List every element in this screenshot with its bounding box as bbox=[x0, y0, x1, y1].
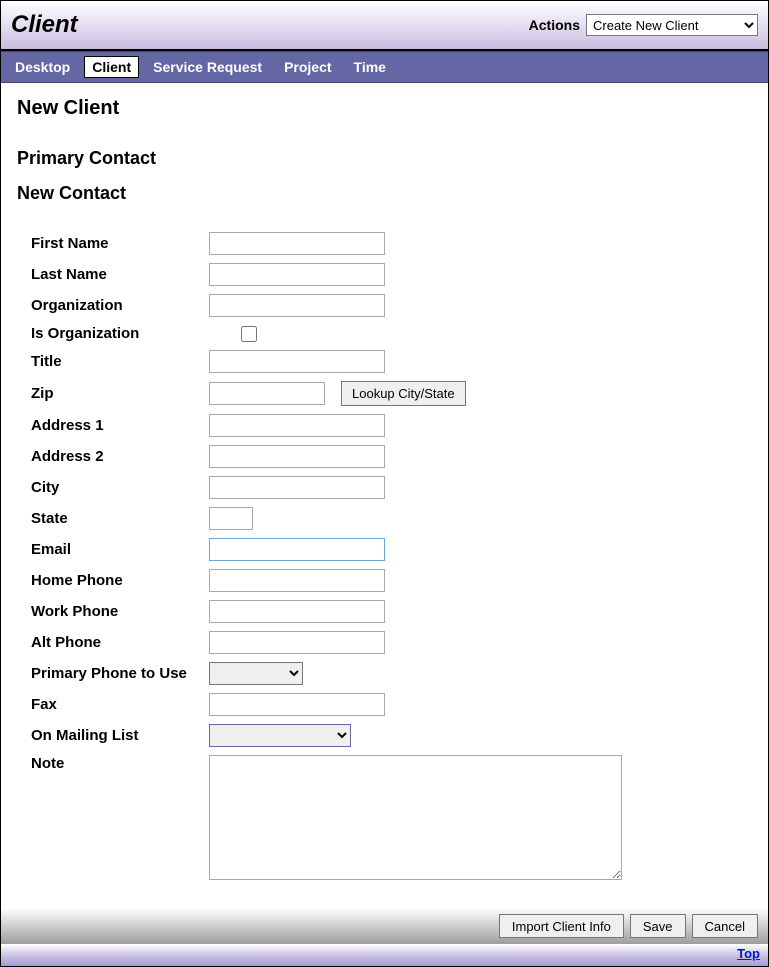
heading-new-contact: New Contact bbox=[17, 183, 752, 204]
form-table: First Name Last Name Organization Is Org… bbox=[31, 232, 752, 880]
input-alt-phone[interactable] bbox=[209, 631, 385, 654]
label-organization: Organization bbox=[31, 297, 209, 314]
input-organization[interactable] bbox=[209, 294, 385, 317]
label-title: Title bbox=[31, 353, 209, 370]
content-area: New Client Primary Contact New Contact F… bbox=[1, 83, 768, 898]
input-state[interactable] bbox=[209, 507, 253, 530]
heading-primary-contact: Primary Contact bbox=[17, 148, 752, 169]
actions-label: Actions bbox=[529, 17, 580, 33]
input-zip[interactable] bbox=[209, 382, 325, 405]
heading-new-client: New Client bbox=[17, 97, 752, 120]
input-address2[interactable] bbox=[209, 445, 385, 468]
nav-desktop[interactable]: Desktop bbox=[7, 56, 78, 78]
footer-action-bar: Import Client Info Save Cancel bbox=[1, 908, 768, 944]
nav-service-request[interactable]: Service Request bbox=[145, 56, 270, 78]
input-title[interactable] bbox=[209, 350, 385, 373]
input-address1[interactable] bbox=[209, 414, 385, 437]
actions-wrap: Actions Create New Client bbox=[529, 14, 758, 36]
nav-client[interactable]: Client bbox=[84, 56, 139, 78]
label-last-name: Last Name bbox=[31, 266, 209, 283]
nav-bar: Desktop Client Service Request Project T… bbox=[1, 51, 768, 83]
label-home-phone: Home Phone bbox=[31, 572, 209, 589]
label-zip: Zip bbox=[31, 385, 209, 402]
page-title: Client bbox=[11, 11, 78, 39]
cancel-button[interactable]: Cancel bbox=[692, 914, 758, 938]
top-link[interactable]: Top bbox=[737, 946, 760, 962]
input-fax[interactable] bbox=[209, 693, 385, 716]
input-email[interactable] bbox=[209, 538, 385, 561]
label-city: City bbox=[31, 479, 209, 496]
input-work-phone[interactable] bbox=[209, 600, 385, 623]
textarea-note[interactable] bbox=[209, 755, 622, 880]
label-mailing-list: On Mailing List bbox=[31, 727, 209, 744]
nav-project[interactable]: Project bbox=[276, 56, 339, 78]
label-state: State bbox=[31, 510, 209, 527]
label-note: Note bbox=[31, 755, 209, 772]
label-work-phone: Work Phone bbox=[31, 603, 209, 620]
label-address2: Address 2 bbox=[31, 448, 209, 465]
select-primary-phone[interactable] bbox=[209, 662, 303, 685]
input-city[interactable] bbox=[209, 476, 385, 499]
header-bar: Client Actions Create New Client bbox=[1, 1, 768, 51]
import-client-info-button[interactable]: Import Client Info bbox=[499, 914, 624, 938]
input-last-name[interactable] bbox=[209, 263, 385, 286]
label-fax: Fax bbox=[31, 696, 209, 713]
input-home-phone[interactable] bbox=[209, 569, 385, 592]
label-first-name: First Name bbox=[31, 235, 209, 252]
select-mailing-list[interactable] bbox=[209, 724, 351, 747]
label-alt-phone: Alt Phone bbox=[31, 634, 209, 651]
label-address1: Address 1 bbox=[31, 417, 209, 434]
input-first-name[interactable] bbox=[209, 232, 385, 255]
label-primary-phone: Primary Phone to Use bbox=[31, 665, 209, 682]
lookup-city-state-button[interactable]: Lookup City/State bbox=[341, 381, 466, 406]
actions-select[interactable]: Create New Client bbox=[586, 14, 758, 36]
bottom-strip: Top bbox=[1, 944, 768, 966]
label-email: Email bbox=[31, 541, 209, 558]
checkbox-is-organization[interactable] bbox=[241, 326, 257, 342]
label-is-organization: Is Organization bbox=[31, 325, 209, 342]
save-button[interactable]: Save bbox=[630, 914, 686, 938]
nav-time[interactable]: Time bbox=[346, 56, 394, 78]
